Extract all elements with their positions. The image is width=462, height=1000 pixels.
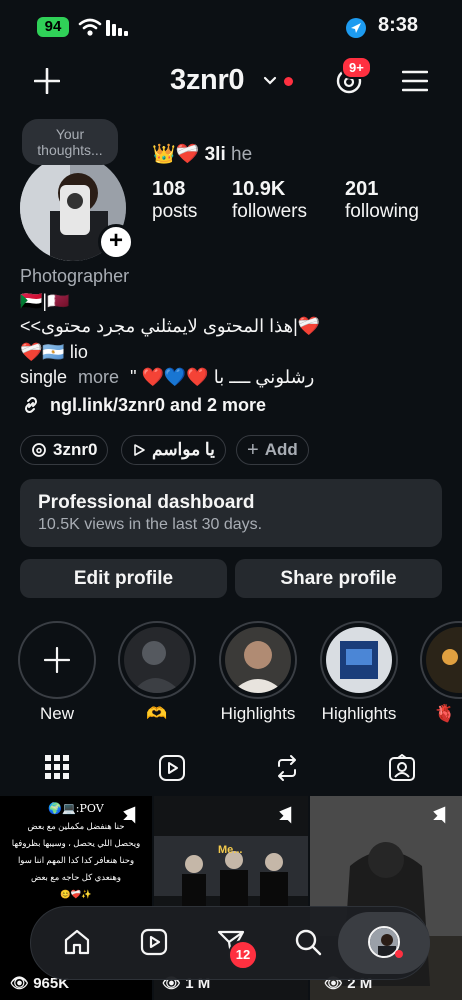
pronouns: he — [231, 144, 253, 165]
highlight-item[interactable]: Highlights — [320, 621, 398, 723]
username: 3znr0 — [170, 64, 245, 96]
highlight-label: Highlights — [220, 704, 296, 723]
post-text-line: ✨❤️‍🩹😊 — [60, 889, 92, 899]
bio-text-start: single — [20, 367, 68, 387]
notification-badge: 9+ — [341, 56, 372, 79]
clock: 8:38 — [377, 14, 418, 36]
dashboard-title: Professional dashboard — [38, 492, 255, 513]
highlight-new[interactable]: New — [18, 621, 96, 723]
new-activity-dot — [284, 77, 293, 86]
status-bar: 94 8:38 — [0, 0, 462, 56]
reels-icon[interactable] — [158, 754, 186, 782]
profile-name-row: 👑❤️‍🩹 3li he — [152, 142, 252, 166]
followers-label: followers — [232, 201, 307, 222]
signal-icon — [106, 20, 128, 36]
following-count: 201 — [345, 178, 379, 200]
profile-activity-dot — [395, 950, 403, 958]
new-highlight-circle — [18, 621, 96, 699]
profile-link[interactable]: ngl.link/3znr0 and 2 more — [20, 394, 266, 416]
followers-count: 10.9K — [232, 178, 286, 200]
reposts-icon[interactable] — [273, 754, 301, 782]
eye-icon: 👁 — [10, 975, 30, 992]
professional-dashboard[interactable]: Professional dashboard 10.5K views in th… — [20, 479, 442, 547]
bio-more-link[interactable]: more — [78, 367, 119, 387]
highlight-circle — [118, 621, 196, 699]
music-pill[interactable]: يا مواسم — [121, 435, 226, 465]
grid-icon[interactable] — [45, 755, 69, 779]
battery-indicator: 94 — [37, 17, 69, 37]
tagged-icon[interactable] — [388, 754, 416, 782]
display-name: 3li — [204, 144, 226, 165]
plus-icon: + — [247, 438, 259, 461]
home-icon[interactable] — [63, 928, 91, 956]
bio-line-2: ❤️‍🩹|هذا المحتوى لايمثلني مجرد محتوى>> — [20, 316, 321, 336]
highlight-circle — [219, 621, 297, 699]
threads-pill[interactable]: 3znr0 — [20, 435, 109, 465]
highlight-label: 🫶 — [146, 704, 168, 723]
bio-text-end: " ❤️💙❤️ رشلوني ــــ با — [130, 367, 315, 387]
share-profile-button[interactable]: Share profile — [235, 559, 442, 598]
stat-posts[interactable]: 108 posts — [152, 178, 197, 223]
wifi-icon — [78, 18, 102, 36]
bio-line-1: 🇸🇩|🇶🇦 — [20, 291, 70, 311]
notes-bubble[interactable]: Your thoughts... — [22, 119, 118, 165]
search-icon[interactable] — [294, 928, 322, 956]
posts-label: posts — [152, 201, 198, 222]
menu-icon[interactable] — [402, 70, 428, 92]
add-story-button[interactable]: + — [98, 224, 134, 260]
edit-profile-button[interactable]: Edit profile — [20, 559, 227, 598]
posts-count: 108 — [152, 178, 186, 200]
category-label: Photographer — [20, 266, 130, 286]
chevron-down-icon[interactable] — [263, 76, 277, 86]
post-text-block: حنا هنفضل مكملين مع بعض ويحصل اللي يحصل … — [4, 818, 148, 903]
highlight-label: New — [39, 704, 74, 723]
pin-icon — [279, 806, 292, 824]
highlight-circle — [320, 621, 398, 699]
plus-icon — [44, 647, 70, 673]
post-caption: Me... — [218, 844, 243, 856]
threads-handle: 3znr0 — [53, 440, 98, 459]
account-switcher[interactable]: 3znr0 — [170, 64, 245, 97]
post-text-line: ويحصل اللي يحصل ، وسيبها بظروفها — [11, 838, 141, 848]
stat-following[interactable]: 201 following — [345, 178, 419, 223]
highlight-label: Highlights — [321, 704, 397, 723]
pin-icon — [433, 806, 446, 824]
dashboard-subtitle: 10.5K views in the last 30 days. — [38, 516, 263, 533]
play-icon — [134, 444, 145, 456]
pin-icon — [123, 806, 136, 824]
reels-nav-icon[interactable] — [140, 928, 168, 956]
bio-line-3: ❤️‍🩹🇦🇷 lio — [20, 342, 88, 362]
add-pill[interactable]: + Add — [236, 435, 309, 465]
highlight-circle — [420, 621, 462, 699]
post-text-line: وهنعدي كل حاجه مع بعض — [31, 872, 121, 882]
post-text-line: وحنا هنعافر كدا كدا المهم اننا سوا — [17, 855, 135, 865]
location-icon — [346, 18, 366, 38]
create-plus-icon[interactable] — [34, 68, 60, 94]
highlight-item[interactable]: 🫀 — [420, 621, 462, 741]
following-label: following — [345, 201, 419, 222]
bio-line-4: single more " ❤️💙❤️ رشلوني ــــ با — [20, 367, 314, 388]
stat-followers[interactable]: 10.9K followers — [232, 178, 307, 223]
threads-logo-icon — [32, 443, 46, 457]
highlight-label: 🫀 — [434, 704, 456, 723]
messages-badge: 12 — [228, 940, 258, 970]
link-icon — [24, 396, 38, 414]
highlight-item[interactable]: Highlights — [219, 621, 297, 723]
name-emoji: 👑❤️‍🩹 — [152, 144, 200, 165]
music-title: يا مواسم — [152, 440, 215, 459]
link-text: ngl.link/3znr0 and 2 more — [50, 394, 267, 415]
highlight-item[interactable]: 🫶 — [118, 621, 196, 723]
add-label: Add — [264, 440, 298, 459]
